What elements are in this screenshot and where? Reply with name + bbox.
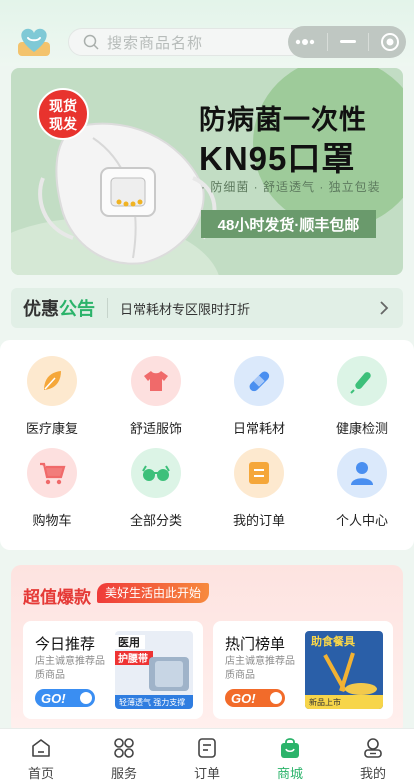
stamp-line: 现货 — [49, 98, 77, 114]
deals-tagline: 美好生活由此开始 — [97, 583, 210, 603]
capsule-divider — [367, 33, 369, 51]
search-placeholder: 搜索商品名称 — [107, 34, 204, 52]
category-all[interactable]: 全部分类 — [104, 448, 208, 529]
mini-program-capsule — [288, 26, 406, 58]
go-label: GO! — [41, 690, 66, 706]
stamp-line: 现发 — [49, 116, 77, 132]
category-grid: 医疗康复 舒适服饰 日常耗材 健康检测 购物车 全部分类 我的订单 个人中心 — [0, 340, 414, 550]
kn95-mask-image — [38, 122, 217, 265]
grid-icon — [114, 738, 134, 758]
leaf-icon — [27, 356, 77, 406]
more-icon[interactable] — [294, 38, 316, 46]
notice-label-accent: 公告 — [59, 299, 95, 319]
banner-product-name: KN95口罩 — [199, 140, 356, 177]
notice-label: 优惠 — [23, 299, 59, 319]
order-icon — [234, 448, 284, 498]
category-consumables[interactable]: 日常耗材 — [207, 356, 311, 437]
promo-notice-bar[interactable]: 优惠 公告 日常耗材专区限时打折 — [11, 288, 403, 328]
product-label: 医用 — [118, 636, 140, 649]
chevron-right-icon — [380, 301, 389, 315]
go-button[interactable]: GO! — [35, 689, 95, 707]
product-label: 助食餐具 — [311, 634, 355, 648]
user-icon — [337, 448, 387, 498]
bottom-tab-bar: 首页 服务 订单 商城 我的 — [0, 728, 414, 780]
category-label: 日常耗材 — [232, 421, 285, 436]
product-caption: 轻薄透气 强力支撑 — [119, 697, 185, 707]
shopping-bag-icon — [281, 738, 299, 758]
profile-icon — [364, 738, 382, 758]
search-input[interactable]: 搜索商品名称 — [68, 28, 304, 56]
go-button[interactable]: GO! — [225, 689, 285, 707]
card-subtitle: 店主诚意推荐品质商品 — [35, 656, 105, 681]
deals-title: 超值爆款 — [23, 588, 91, 607]
banner-features: · 防细菌 · 舒适透气 · 独立包装 — [201, 180, 381, 194]
home-icon — [32, 739, 50, 757]
tab-orders[interactable]: 订单 — [166, 729, 248, 780]
promo-banner[interactable]: 现货 现发 防病菌一次性 KN95口罩 · 防细菌 · 舒适透气 · 独立包装 … — [11, 68, 403, 275]
in-stock-stamp: 现货 现发 — [37, 88, 89, 140]
glasses-icon — [131, 448, 181, 498]
arrow-circle-icon — [80, 692, 92, 704]
card-title: 今日推荐 — [35, 636, 96, 653]
category-label: 健康检测 — [335, 421, 388, 436]
category-orders[interactable]: 我的订单 — [207, 448, 311, 529]
product-label: 护腰带 — [118, 652, 148, 665]
notice-divider — [107, 298, 108, 318]
arrow-circle-icon — [270, 692, 282, 704]
thermometer-icon — [337, 356, 387, 406]
heart-logo-icon — [18, 28, 50, 56]
tab-label: 我的 — [359, 766, 386, 780]
product-caption: 新品上市 — [309, 697, 341, 707]
tab-label: 商城 — [276, 766, 303, 780]
card-subtitle: 店主诚意推荐品质商品 — [225, 656, 295, 681]
tab-label: 服务 — [110, 766, 137, 780]
category-label: 全部分类 — [129, 513, 182, 528]
category-cart[interactable]: 购物车 — [0, 448, 104, 529]
tab-mall[interactable]: 商城 — [249, 729, 331, 780]
deal-card-recommend[interactable]: 今日推荐 店主诚意推荐品质商品 GO! 医用 护腰带 轻薄透气 强力支撑 — [23, 621, 203, 719]
cart-icon — [27, 448, 77, 498]
category-label: 我的订单 — [232, 513, 285, 528]
tab-mine[interactable]: 我的 — [332, 729, 414, 780]
hot-deals-section: 超值爆款 美好生活由此开始 今日推荐 店主诚意推荐品质商品 GO! 医用 护腰带… — [11, 565, 403, 735]
tab-label: 订单 — [193, 766, 220, 780]
deal-card-ranking[interactable]: 热门榜单 店主诚意推荐品质商品 GO! 助食餐具 新品上市 — [213, 621, 393, 719]
shirt-icon — [131, 356, 181, 406]
category-health-check[interactable]: 健康检测 — [310, 356, 414, 437]
waist-support-product-image: 医用 护腰带 轻薄透气 强力支撑 — [115, 631, 193, 709]
minimize-icon[interactable] — [339, 40, 356, 44]
banner-shipping: 48小时发货·顺丰包邮 — [201, 210, 376, 238]
capsule-divider — [327, 33, 329, 51]
category-medical[interactable]: 医疗康复 — [0, 356, 104, 437]
tab-service[interactable]: 服务 — [83, 729, 165, 780]
tab-label: 首页 — [27, 766, 54, 780]
search-icon — [83, 34, 99, 50]
category-label: 购物车 — [32, 513, 72, 528]
category-label: 医疗康复 — [25, 421, 78, 436]
close-icon[interactable] — [380, 32, 400, 52]
go-label: GO! — [231, 690, 256, 706]
utensils-product-image: 助食餐具 新品上市 — [305, 631, 383, 709]
top-bar: 搜索商品名称 — [0, 0, 414, 66]
bandage-icon — [234, 356, 284, 406]
category-clothing[interactable]: 舒适服饰 — [104, 356, 208, 437]
notice-text: 日常耗材专区限时打折 — [120, 301, 251, 317]
category-profile[interactable]: 个人中心 — [310, 448, 414, 529]
card-title: 热门榜单 — [225, 636, 286, 653]
document-icon — [198, 738, 216, 758]
category-label: 个人中心 — [335, 513, 388, 528]
tab-home[interactable]: 首页 — [0, 729, 82, 780]
category-label: 舒适服饰 — [129, 421, 182, 436]
